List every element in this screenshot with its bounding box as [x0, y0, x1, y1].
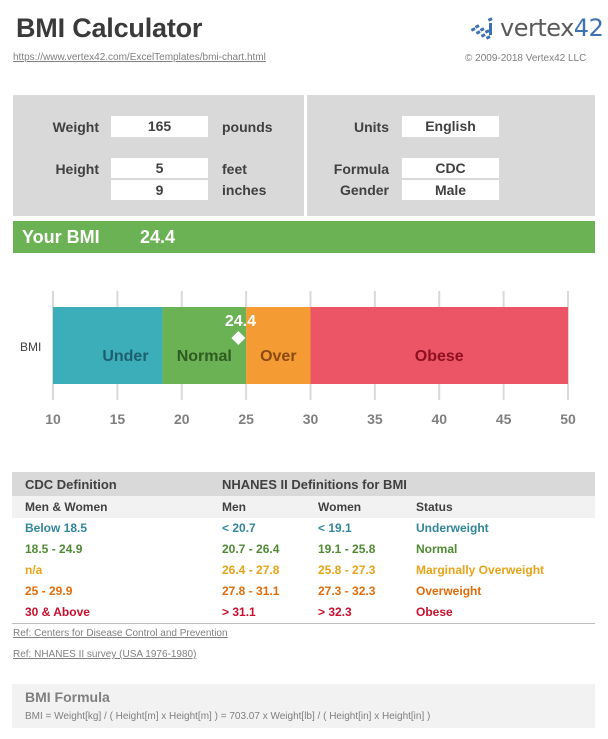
x-tick-label: 10 [45, 411, 61, 427]
status-cell: Obese [416, 605, 453, 619]
weight-unit: pounds [222, 119, 273, 135]
table-row: Below 18.5 < 20.7 < 19.1 Underweight [12, 518, 595, 539]
subheader-men-women: Men & Women [25, 500, 108, 514]
women-range-cell: < 19.1 [318, 521, 352, 535]
subheader-men: Men [222, 500, 246, 514]
weight-field[interactable]: 165 [111, 116, 208, 137]
formula-title: BMI Formula [25, 689, 110, 705]
page-title: BMI Calculator [16, 13, 203, 43]
men-range-cell: 20.7 - 26.4 [222, 542, 280, 556]
formula-select[interactable]: CDC [402, 158, 499, 178]
height-inches-unit: inches [222, 182, 267, 198]
vertex42-logo: vertex42 [470, 14, 604, 42]
units-select[interactable]: English [402, 116, 499, 137]
category-label: BMI [20, 340, 41, 354]
women-range-cell: 25.8 - 27.3 [318, 563, 376, 577]
women-range-cell: 19.1 - 25.8 [318, 542, 376, 556]
segment-label-obese: Obese [415, 348, 464, 365]
height-inches-field[interactable]: 9 [111, 180, 208, 200]
cdc-header: CDC Definition [25, 477, 117, 492]
logo-mark-icon [470, 17, 493, 40]
status-cell: Underweight [416, 521, 489, 535]
cdc-range-cell: 30 & Above [25, 605, 90, 619]
x-tick-label: 40 [431, 411, 447, 427]
bmi-marker-label: 24.4 [225, 313, 256, 330]
segment-label-normal: Normal [177, 348, 232, 365]
gender-label: Gender [339, 182, 389, 198]
bar-segment-under [53, 307, 163, 384]
subheader-status: Status [416, 500, 453, 514]
bmi-result-value: 24.4 [140, 227, 176, 247]
x-tick-label: 35 [367, 411, 383, 427]
gender-select[interactable]: Male [402, 180, 499, 200]
copyright: © 2009-2018 Vertex42 LLC [465, 53, 587, 64]
height-label: Height [55, 161, 99, 177]
cdc-range-cell: 18.5 - 24.9 [25, 542, 83, 556]
formula-label: Formula [333, 161, 389, 177]
table-row: 25 - 29.9 27.8 - 31.1 27.3 - 32.3 Overweigh… [12, 581, 595, 602]
x-tick-label: 15 [110, 411, 126, 427]
status-cell: Marginally Overweight [416, 563, 545, 577]
formula-box: BMI Formula BMI = Weight[kg] / ( Height[… [12, 684, 595, 728]
status-cell: Overweight [416, 584, 482, 598]
units-label: Units [354, 119, 389, 135]
x-tick-label: 30 [303, 411, 319, 427]
weight-label: Weight [52, 119, 99, 135]
bmi-result-bar: Your BMI 24.4 [13, 221, 595, 253]
cdc-range-cell: 25 - 29.9 [25, 584, 73, 598]
logo-text: vertex42 [500, 14, 604, 42]
men-range-cell: < 20.7 [222, 521, 256, 535]
nhanes-header: NHANES II Definitions for BMI [222, 477, 407, 492]
status-cell: Normal [416, 542, 458, 556]
table-row: 30 & Above > 31.1 > 32.3 Obese [12, 602, 595, 623]
height-feet-field[interactable]: 5 [111, 158, 208, 178]
bmi-chart: Under Normal Over Obese 10 15 20 25 30 35 40 45 50 … [20, 291, 576, 427]
cdc-range-cell: Below 18.5 [25, 521, 88, 535]
height-feet-unit: feet [222, 161, 247, 177]
men-range-cell: 27.8 - 31.1 [222, 584, 280, 598]
subheader-women: Women [318, 500, 362, 514]
source-link[interactable]: https://www.vertex42.com/ExcelTemplates/… [13, 52, 266, 63]
men-range-cell: > 31.1 [222, 605, 256, 619]
bmi-result-label: Your BMI [22, 227, 100, 247]
ref-cdc-link[interactable]: Ref: Centers for Disease Control and Pre… [13, 628, 228, 639]
table-row: 18.5 - 24.9 20.7 - 26.4 19.1 - 25.8 Normal [12, 539, 595, 560]
segment-label-over: Over [260, 348, 296, 365]
cdc-range-cell: n/a [25, 563, 43, 577]
formula-text: BMI = Weight[kg] / ( Height[m] x Height[… [25, 711, 431, 722]
ref-nhanes-link[interactable]: Ref: NHANES II survey (USA 1976-1980) [13, 649, 196, 660]
table-subheader: Men & Women Men Women Status [12, 496, 595, 518]
women-range-cell: > 32.3 [318, 605, 352, 619]
x-tick-label: 50 [560, 411, 576, 427]
x-tick-label: 25 [238, 411, 254, 427]
table-divider [12, 623, 595, 624]
segment-label-under: Under [102, 348, 148, 365]
men-range-cell: 26.4 - 27.8 [222, 563, 280, 577]
table-header: CDC Definition NHANES II Definitions for… [12, 472, 595, 496]
x-tick-label: 45 [496, 411, 512, 427]
bar-segment-obese [310, 307, 568, 384]
women-range-cell: 27.3 - 32.3 [318, 584, 376, 598]
x-tick-label: 20 [174, 411, 190, 427]
table-row: n/a 26.4 - 27.8 25.8 - 27.3 Marginally Over… [12, 560, 595, 581]
